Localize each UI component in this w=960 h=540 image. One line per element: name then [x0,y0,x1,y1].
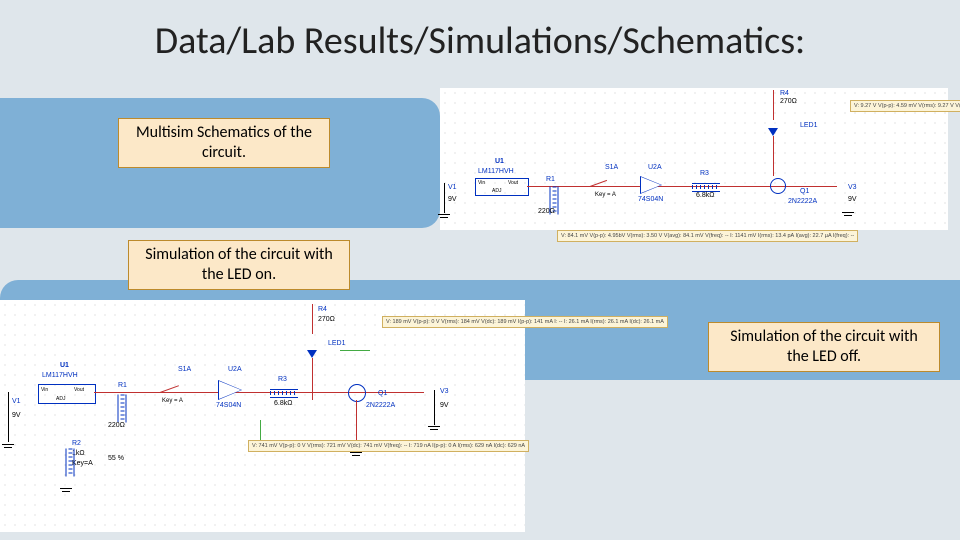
b-r2-sym [66,449,75,477]
b-gnd-r2 [60,488,72,496]
led-icon [768,128,778,136]
r4-label: R4 [780,90,789,97]
gnd-v1 [438,214,450,222]
b-r4-value: 270Ω [318,316,335,323]
b-r2-key: Key=A [72,460,93,467]
b-led-icon [307,350,317,358]
b-gnd-v3 [428,426,440,434]
s1-key: Key = A [595,192,616,198]
label-led-off: Simulation of the circuit with the LED o… [708,322,940,372]
b-r3-value: 6.8kΩ [274,400,292,407]
b-v1-label: V1 [12,398,21,405]
b-u1-label: U1 [60,362,69,369]
b-gnd-q1 [350,452,362,460]
meas-bot2: V: 741 mV V(p-p): 0 V V(rms): 721 mV V(d… [248,440,529,452]
b-u2-label: U2A [228,366,242,373]
b-r4-label: R4 [318,306,327,313]
page-title: Data/Lab Results/Simulations/Schematics: [0,18,960,64]
v3-value: 9V [848,196,857,203]
gnd-v3 [842,212,854,220]
v3-label: V3 [848,184,857,191]
meas-bot1: V: 189 mV V(p-p): 0 V V(rms): 184 mV V(d… [382,316,668,328]
label-led-on: Simulation of the circuit with the LED o… [128,240,350,290]
b-u1-part: LM117HVH [42,372,78,379]
s1-label: S1A [605,164,618,171]
r3-value: 6.8kΩ [696,192,714,199]
u2-part: 74S04N [638,196,663,203]
r3-label: R3 [700,170,709,177]
r1-label: R1 [546,176,555,183]
b-r1-value: 220Ω [108,422,125,429]
q1-part: 2N2222A [788,198,817,205]
b-v3-value: 9V [440,402,449,409]
r1-value: 220Ω [538,208,555,215]
b-q1-label: Q1 [378,390,387,397]
b-r1-label: R1 [118,382,127,389]
led1-label: LED1 [800,122,818,129]
r4-value: 270Ω [780,98,797,105]
b-r3-sym [270,389,298,398]
schematic-multisim: R4 270Ω LED1 U1 LM117HVH Vin Vout ADJ V1… [440,88,948,230]
u1-vin: Vin [478,180,485,186]
b-gnd-v1 [2,444,14,452]
meas-mid-holder: V: 84.1 mV V(p-p): 4.95bV V(rms): 3.50 V… [557,230,687,300]
b-u1-vin: Vin [41,387,48,393]
u1-adj: ADJ [492,188,501,194]
b-q1-part: 2N2222A [366,402,395,409]
b-r2-label: R2 [72,440,81,447]
u1-part: LM117HVH [478,168,514,175]
b-pct: 55 % [108,455,124,462]
u1-label: U1 [495,158,504,165]
b-r1-sym [118,395,127,423]
meas-top-right: V: 9.27 V V(p-p): 4.59 mV V(rms): 9.27 V… [850,100,960,112]
u1-vout: Vout [508,180,518,186]
label-schematic: Multisim Schematics of the circuit. [118,118,330,168]
b-s1-label: S1A [178,366,191,373]
r3-sym [692,183,720,192]
schematic-led-on: R4 270Ω LED1 U1 LM117HVH Vin Vout ADJ V1… [0,300,525,532]
b-r3-label: R3 [278,376,287,383]
b-v1-value: 9V [12,412,21,419]
b-u1-vout: Vout [74,387,84,393]
b-u2-part: 74S04N [216,402,241,409]
v1-label: V1 [448,184,457,191]
u2-label: U2A [648,164,662,171]
q1-label: Q1 [800,188,809,195]
b-led-label: LED1 [328,340,346,347]
b-u1-adj: ADJ [56,396,65,402]
b-s1-key: Key = A [162,398,183,404]
meas-mid-right: V: 84.1 mV V(p-p): 4.95bV V(rms): 3.50 V… [557,230,858,242]
b-v3-label: V3 [440,388,449,395]
v1-value: 9V [448,196,457,203]
